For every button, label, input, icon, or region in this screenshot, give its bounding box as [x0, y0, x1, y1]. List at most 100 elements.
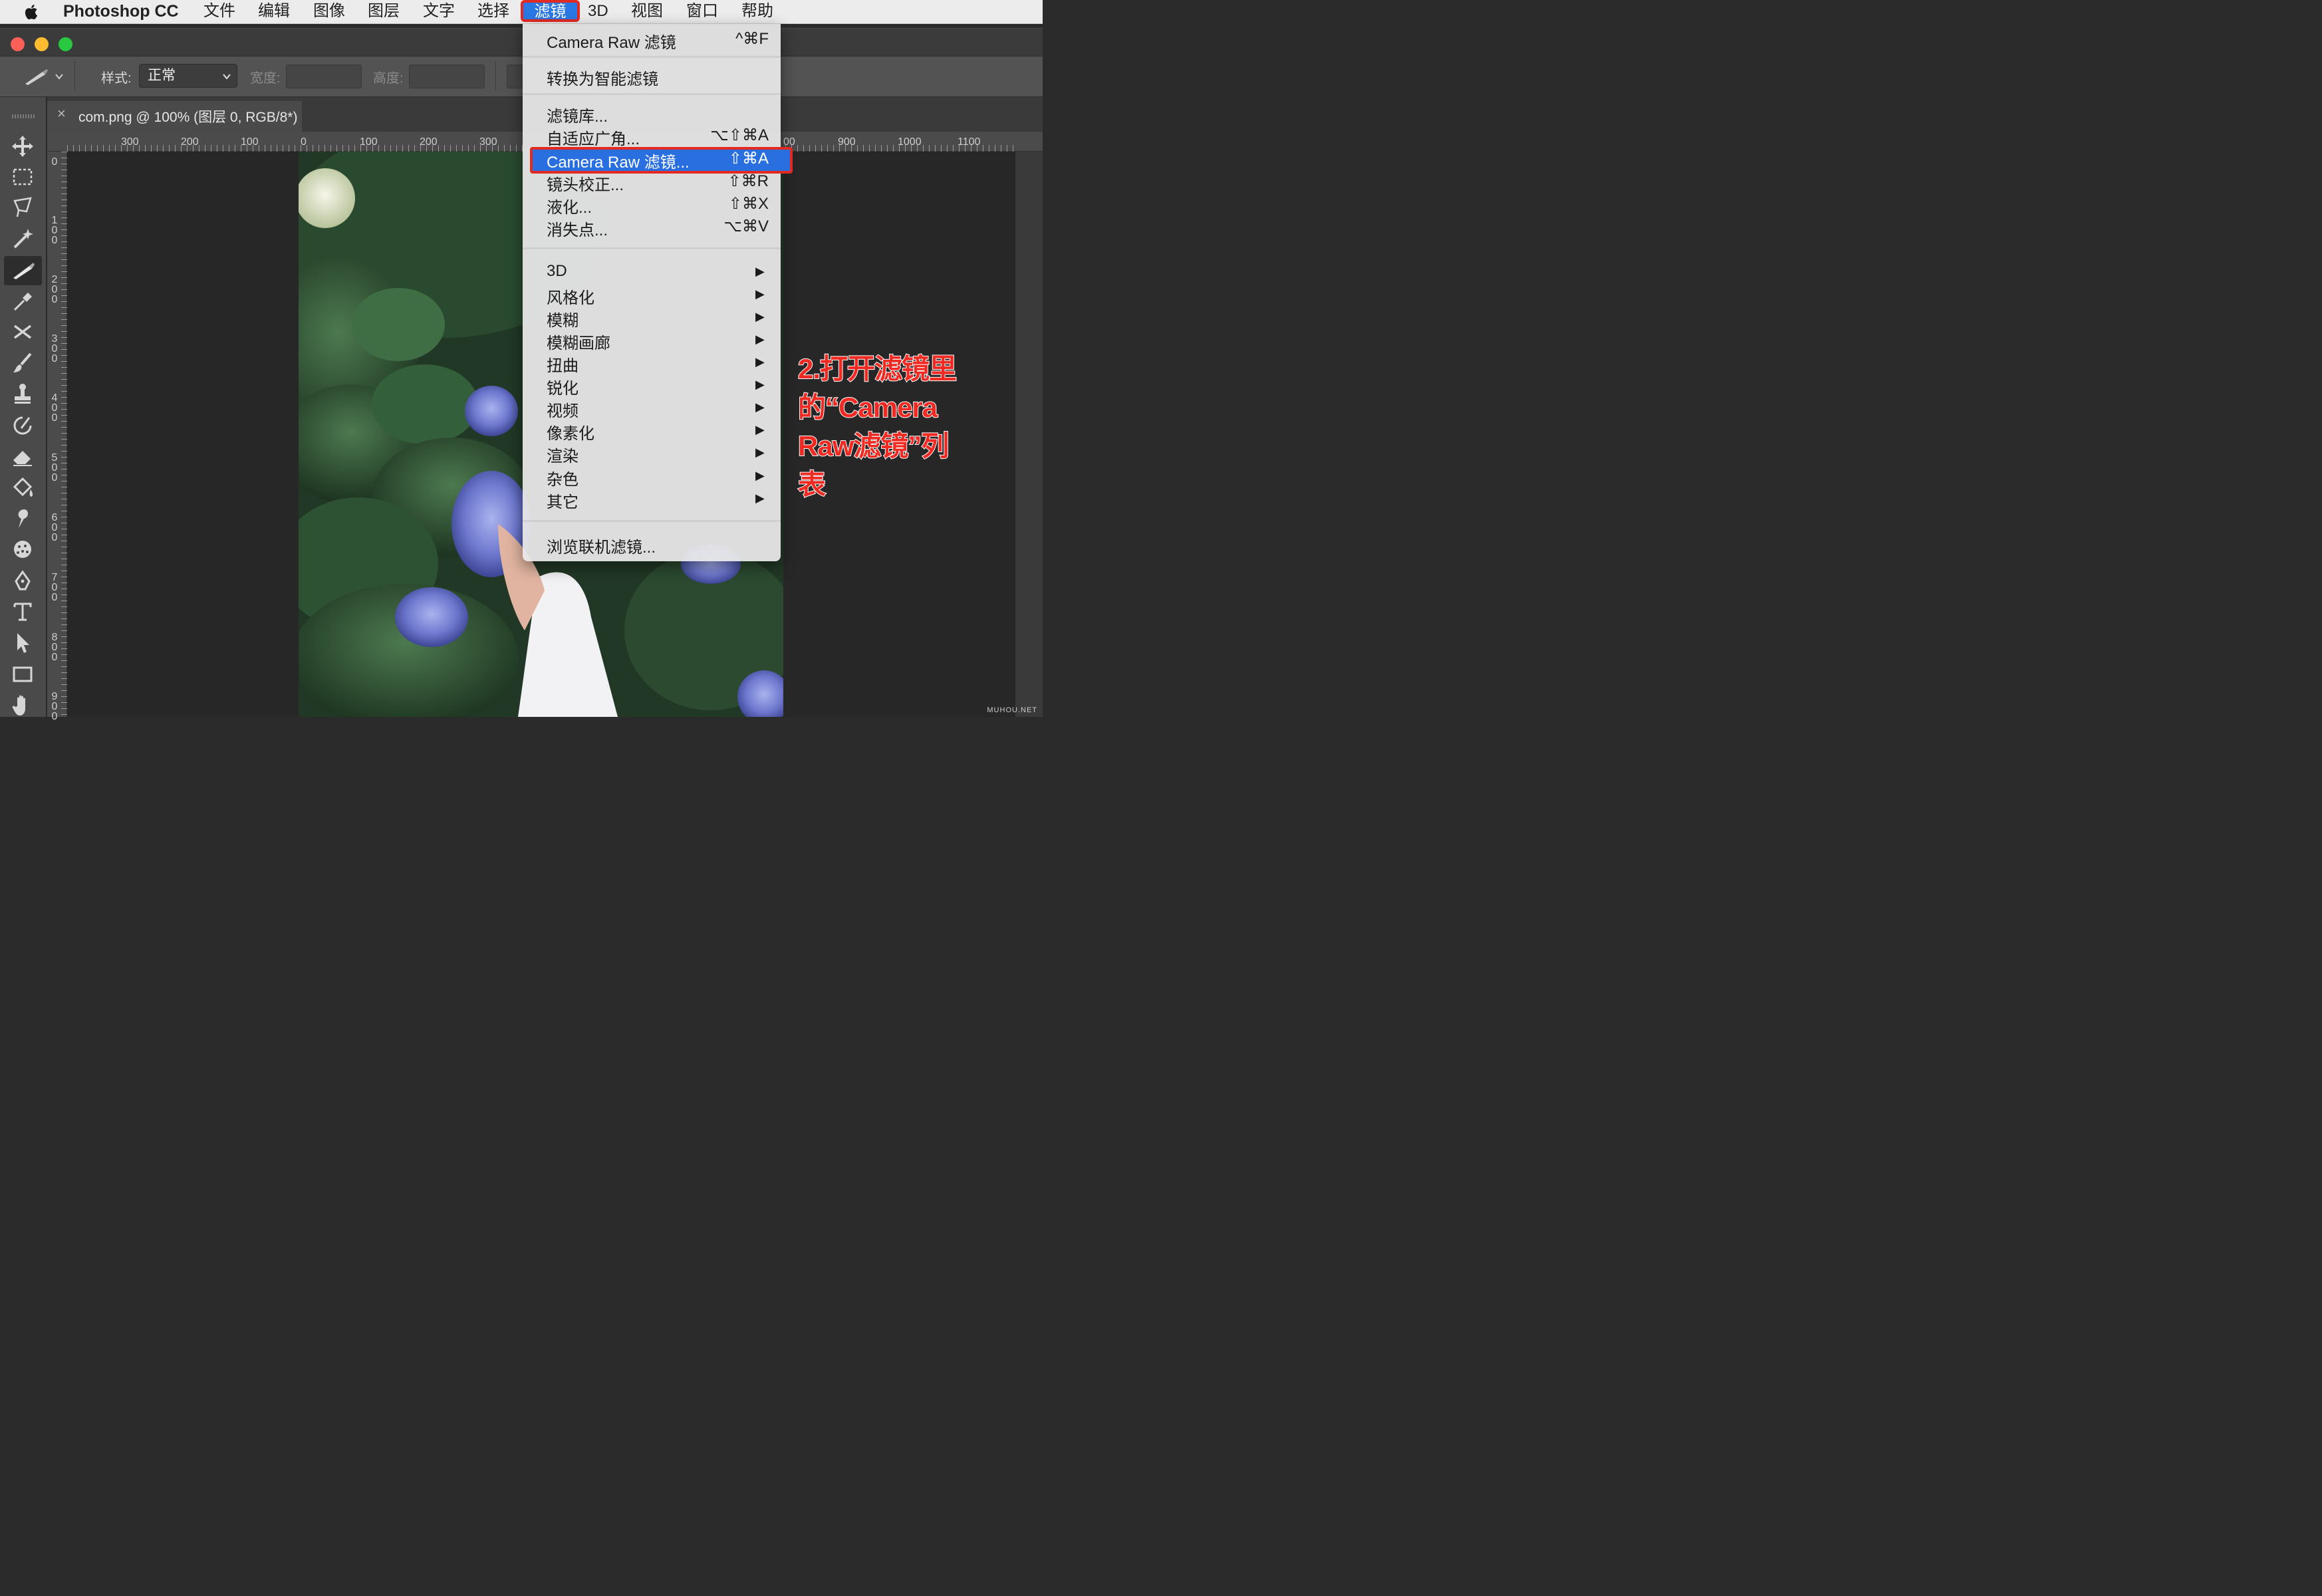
close-window-button[interactable]: [11, 37, 25, 51]
smudge-icon[interactable]: [9, 505, 36, 532]
window-titlebar: [0, 28, 1043, 56]
path-select-icon[interactable]: [9, 629, 36, 656]
menu-item-convert-smart-filter[interactable]: 转换为智能滤镜: [547, 66, 658, 89]
zoom-window-button[interactable]: [59, 37, 72, 51]
menu-help[interactable]: 帮助: [741, 0, 773, 24]
ruler-label: 300: [121, 136, 139, 148]
minimize-window-button[interactable]: [35, 37, 49, 51]
apple-logo-icon[interactable]: [24, 3, 40, 21]
slice-tool-preset-icon[interactable]: [23, 66, 49, 86]
tutorial-annotation: 2.打开滤镜里 的“Camera Raw滤镜”列 表: [797, 350, 971, 504]
submenu-video[interactable]: 视频: [547, 398, 579, 421]
menu-3d[interactable]: 3D: [588, 0, 608, 24]
submenu-render[interactable]: 渲染: [547, 443, 579, 466]
ruler-label: 700: [51, 572, 58, 603]
ruler-label: 1000: [898, 136, 922, 148]
magic-wand-icon[interactable]: [9, 225, 36, 251]
document-tab-title[interactable]: com.png @ 100% (图层 0, RGB/8*): [78, 106, 297, 126]
ruler-label: 1100: [958, 136, 981, 148]
menu-item-adaptive-wide-angle[interactable]: 自适应广角...: [547, 126, 640, 149]
menu-item-camera-raw-last[interactable]: Camera Raw 滤镜: [547, 29, 676, 53]
ruler-label: 300: [479, 136, 497, 148]
menu-image[interactable]: 图像: [313, 0, 345, 24]
close-tab-icon[interactable]: ×: [57, 105, 66, 122]
panel-strip: [1015, 152, 1043, 717]
sponge-icon[interactable]: [9, 536, 36, 563]
menu-item-filter-gallery[interactable]: 滤镜库...: [547, 103, 608, 126]
move-tool-icon[interactable]: [9, 133, 36, 160]
submenu-noise[interactable]: 杂色: [547, 466, 579, 489]
pen-icon[interactable]: [9, 568, 36, 595]
submenu-arrow-icon: ▶: [755, 332, 765, 346]
ruler-label: 200: [51, 274, 58, 305]
submenu-3d[interactable]: 3D: [547, 262, 567, 281]
chevron-down-icon: [223, 74, 231, 80]
menu-window[interactable]: 窗口: [686, 0, 718, 24]
ruler-label: 900: [838, 136, 856, 148]
menu-edit[interactable]: 编辑: [258, 0, 290, 24]
ruler-label: 0: [301, 136, 307, 148]
submenu-arrow-icon: ▶: [755, 491, 765, 505]
menu-app-name[interactable]: Photoshop CC: [63, 0, 179, 24]
width-label: 宽度:: [250, 71, 281, 86]
submenu-arrow-icon: ▶: [755, 355, 765, 368]
height-field[interactable]: [409, 65, 485, 88]
eraser-icon[interactable]: [9, 443, 36, 469]
shortcut-text: ⌥⌘V: [723, 217, 769, 235]
height-label: 高度:: [373, 71, 404, 86]
menu-item-camera-raw[interactable]: Camera Raw 滤镜...: [547, 149, 690, 172]
menu-separator: [523, 247, 781, 249]
submenu-arrow-icon: ▶: [755, 469, 765, 482]
lasso-tool-icon[interactable]: [9, 194, 36, 221]
submenu-pixelate[interactable]: 像素化: [547, 420, 594, 444]
submenu-distort[interactable]: 扭曲: [547, 352, 579, 376]
annotation-line: Raw滤镜”列: [797, 430, 950, 462]
paint-bucket-icon[interactable]: [9, 475, 36, 501]
ruler-label: 800: [51, 632, 58, 663]
submenu-arrow-icon: ▶: [755, 400, 765, 414]
submenu-arrow-icon: ▶: [755, 423, 765, 436]
submenu-stylize[interactable]: 风格化: [547, 285, 594, 308]
menu-select[interactable]: 选择: [477, 0, 509, 24]
submenu-blur-gallery[interactable]: 模糊画廊: [547, 330, 610, 353]
eyedropper-icon[interactable]: [9, 287, 36, 314]
shortcut-text: ⇧⌘X: [728, 195, 769, 213]
annotation-line: 的“Camera: [797, 391, 938, 424]
ruler-label: 200: [420, 136, 438, 148]
rectangle-icon[interactable]: [9, 661, 36, 688]
stamp-icon[interactable]: [9, 380, 36, 407]
ruler-label: 100: [360, 136, 378, 148]
menu-file[interactable]: 文件: [203, 0, 235, 24]
annotation-line: 表: [797, 468, 827, 501]
menu-item-lens-correction[interactable]: 镜头校正...: [547, 172, 624, 195]
ruler-label: 100: [241, 136, 259, 148]
menu-view[interactable]: 视图: [631, 0, 663, 24]
panel-grip[interactable]: [12, 114, 35, 118]
submenu-arrow-icon: ▶: [755, 265, 765, 278]
menu-filter[interactable]: 滤镜: [521, 0, 580, 22]
width-field[interactable]: [286, 65, 362, 88]
slice-tool-icon[interactable]: [9, 257, 36, 283]
submenu-blur[interactable]: 模糊: [547, 307, 579, 331]
style-label: 样式:: [101, 71, 132, 86]
ruler-label: 900: [51, 691, 58, 722]
brush-icon[interactable]: [9, 350, 36, 376]
submenu-other[interactable]: 其它: [547, 489, 579, 512]
style-select[interactable]: 正常: [139, 64, 237, 88]
menu-item-browse-online-filters[interactable]: 浏览联机滤镜...: [547, 534, 656, 557]
menu-type[interactable]: 文字: [423, 0, 455, 24]
submenu-sharpen[interactable]: 锐化: [547, 375, 579, 398]
chevron-down-icon[interactable]: [55, 72, 64, 81]
history-brush-icon[interactable]: [9, 412, 36, 439]
type-icon[interactable]: [9, 598, 36, 625]
menu-item-liquify[interactable]: 液化...: [547, 194, 592, 217]
ruler-ticks: [61, 152, 67, 717]
healing-icon[interactable]: [9, 318, 36, 344]
marquee-tool-icon[interactable]: [9, 164, 36, 190]
menu-item-vanishing-point[interactable]: 消失点...: [547, 217, 608, 240]
menu-separator: [523, 520, 781, 522]
ruler-label: 100: [51, 215, 58, 246]
menu-layer[interactable]: 图层: [368, 0, 400, 24]
shortcut-text: ⌥⇧⌘A: [710, 126, 769, 144]
hand-icon[interactable]: [9, 692, 36, 718]
